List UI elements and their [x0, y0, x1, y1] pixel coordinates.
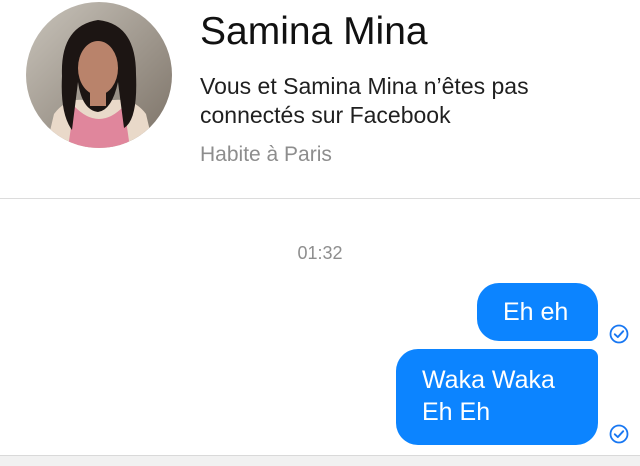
- connection-status-text: Vous et Samina Mina n’êtes pas connectés…: [200, 73, 529, 128]
- composer-bar-edge: [0, 455, 640, 466]
- avatar[interactable]: [26, 2, 172, 148]
- profile-name: Samina Mina: [200, 10, 428, 53]
- message-text: Waka Waka: [422, 366, 555, 394]
- profile-location: Habite à Paris: [200, 143, 332, 166]
- message-bubble-sent[interactable]: Waka Waka Eh Eh: [396, 349, 598, 445]
- read-check-icon: [609, 424, 629, 444]
- message-timestamp: 01:32: [297, 243, 343, 263]
- message-text: Eh eh: [503, 298, 569, 326]
- read-check-icon: [609, 324, 629, 344]
- message-text: Eh Eh: [422, 398, 491, 426]
- message-thread: 01:32 Eh eh Waka Waka Eh Eh: [0, 199, 640, 465]
- avatar-photo: [26, 2, 172, 148]
- message-bubble-sent[interactable]: Eh eh: [477, 283, 598, 341]
- profile-header: Samina Mina Vous et Samina Mina n’êtes p…: [0, 0, 640, 198]
